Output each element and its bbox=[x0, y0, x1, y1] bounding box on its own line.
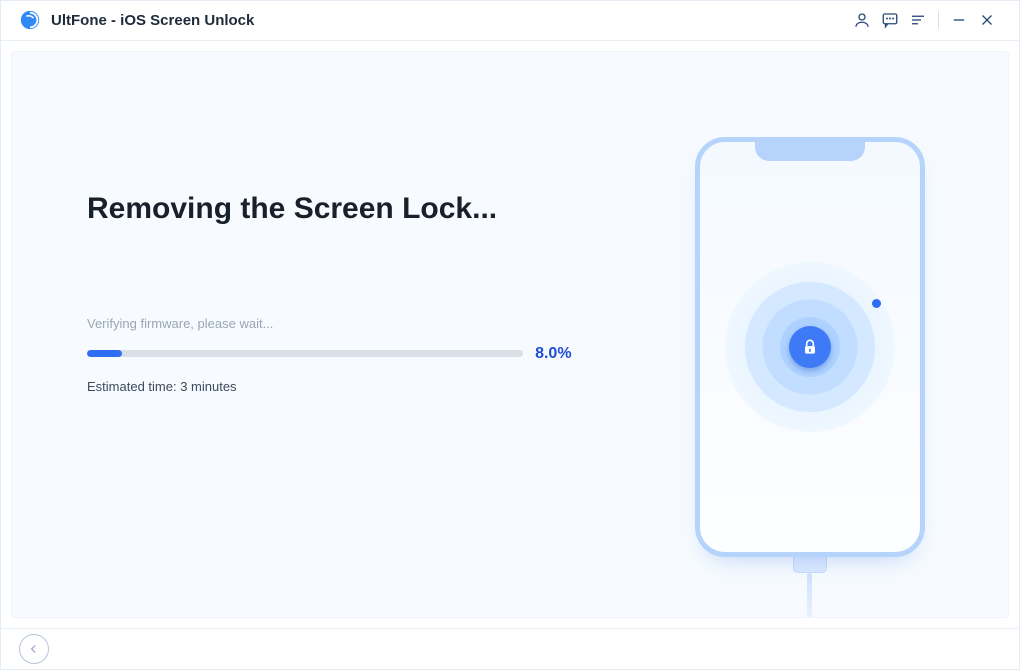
progress-percent: 8.0% bbox=[535, 345, 571, 363]
progress-fill bbox=[87, 350, 122, 357]
feedback-icon[interactable] bbox=[876, 6, 904, 34]
left-column: Removing the Screen Lock... Verifying fi… bbox=[12, 52, 612, 617]
phone-notch bbox=[755, 137, 865, 161]
phone-body bbox=[695, 137, 925, 557]
app-logo-icon bbox=[19, 9, 41, 31]
app-title: UltFone - iOS Screen Unlock bbox=[51, 12, 254, 29]
radar-graphic bbox=[725, 262, 895, 432]
close-icon[interactable] bbox=[973, 6, 1001, 34]
lock-icon bbox=[789, 326, 831, 368]
user-icon[interactable] bbox=[848, 6, 876, 34]
right-column bbox=[612, 52, 1008, 617]
minimize-icon[interactable] bbox=[945, 6, 973, 34]
back-button[interactable] bbox=[19, 634, 49, 664]
footer bbox=[1, 628, 1019, 669]
titlebar-separator bbox=[938, 11, 939, 29]
phone-illustration bbox=[680, 137, 940, 617]
titlebar: UltFone - iOS Screen Unlock bbox=[1, 1, 1019, 41]
progress-row: 8.0% bbox=[87, 345, 572, 363]
page-heading: Removing the Screen Lock... bbox=[87, 192, 572, 226]
progress-bar bbox=[87, 350, 523, 357]
app-window: UltFone - iOS Screen Unlock Removing the… bbox=[0, 0, 1020, 670]
cable-line bbox=[807, 573, 812, 617]
estimated-time: Estimated time: 3 minutes bbox=[87, 379, 572, 394]
content-panel: Removing the Screen Lock... Verifying fi… bbox=[11, 51, 1009, 618]
status-text: Verifying firmware, please wait... bbox=[87, 316, 572, 331]
menu-icon[interactable] bbox=[904, 6, 932, 34]
